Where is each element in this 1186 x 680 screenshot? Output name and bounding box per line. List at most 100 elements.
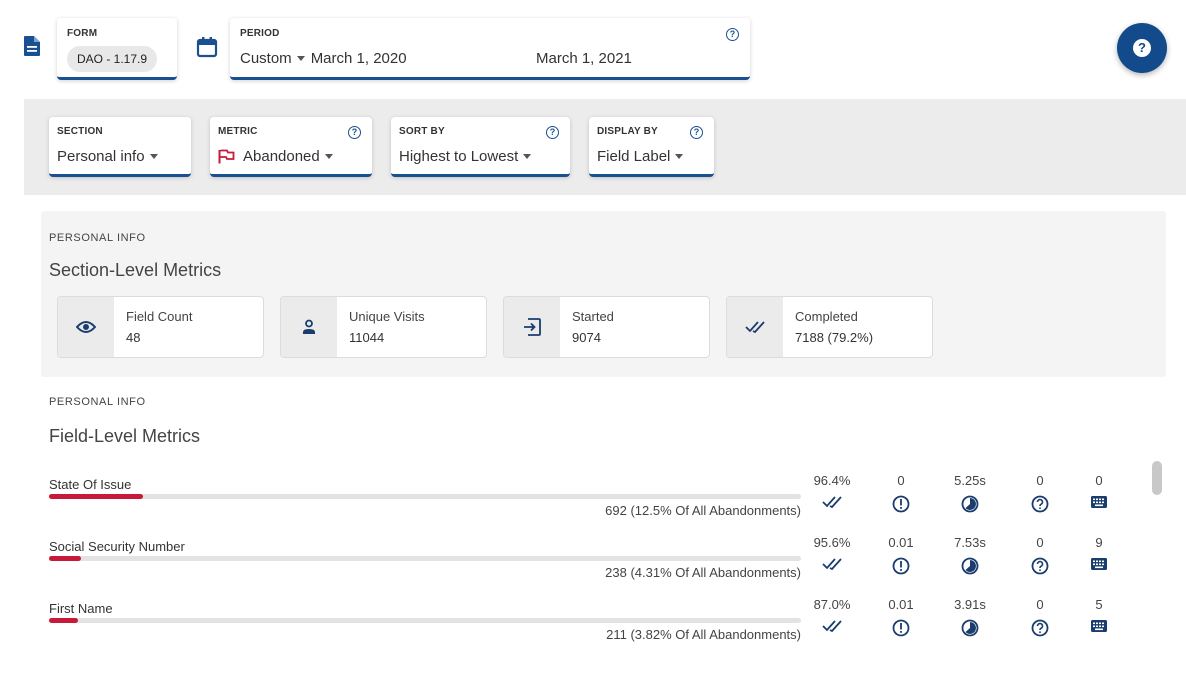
chevron-down-icon: [324, 154, 333, 159]
double-check-icon: [802, 495, 862, 509]
double-check-icon: [802, 557, 862, 571]
person-icon: [303, 319, 315, 334]
top-bar: FORM DAO - 1.17.9 PERIOD ? Custom March …: [0, 0, 1186, 100]
metric-value: 9074: [572, 330, 601, 345]
scroll-thumb[interactable]: [1152, 461, 1162, 495]
metric-label: Started: [572, 309, 614, 324]
help-count: 0: [1036, 535, 1044, 550]
form-label: FORM: [67, 28, 98, 39]
help-count: 0: [1036, 597, 1044, 612]
abandon-bar-fill: [49, 618, 78, 623]
period-mode-dropdown[interactable]: Custom March 1, 2020: [240, 50, 407, 67]
double-check-icon: [745, 321, 765, 334]
chevron-down-icon: [149, 154, 158, 159]
period-mode-value: Custom: [240, 50, 292, 67]
field-abandon-count: 692 (12.5% Of All Abandonments): [605, 503, 801, 518]
display-filter[interactable]: DISPLAY BY ? Field Label: [589, 117, 714, 177]
display-filter-dropdown[interactable]: Field Label: [597, 148, 689, 165]
metric-icon-box: [281, 297, 337, 357]
metric-filter-label: METRIC: [218, 126, 258, 137]
metric-icon-box: [58, 297, 114, 357]
keystroke-count: 9: [1095, 535, 1103, 550]
metric-icon-box: [727, 297, 783, 357]
section-kicker: PERSONAL INFO: [49, 232, 146, 244]
metric-card-unique-visits: Unique Visits 11044: [280, 296, 487, 358]
help-fab-button[interactable]: ?: [1117, 23, 1167, 73]
double-check-icon: [802, 619, 862, 633]
alert-icon: [871, 619, 931, 637]
abandon-bar-fill: [49, 556, 81, 561]
field-name: State Of Issue: [49, 477, 132, 492]
field-row[interactable]: Social Security Number 238 (4.31% Of All …: [49, 523, 1139, 583]
help-icon: ?: [1133, 39, 1151, 57]
form-selector[interactable]: FORM DAO - 1.17.9: [57, 18, 177, 80]
keyboard-icon: [1069, 619, 1129, 633]
alert-icon: [871, 557, 931, 575]
field-name: First Name: [49, 601, 113, 616]
help-count: 0: [1036, 473, 1044, 488]
eye-icon: [76, 321, 96, 333]
keyboard-icon: [1069, 495, 1129, 509]
display-help-icon[interactable]: ?: [690, 126, 703, 139]
chevron-down-icon: [296, 56, 305, 61]
help-circle-icon: [1010, 557, 1070, 575]
filter-bar: SECTION Personal info METRIC ? Abandoned…: [24, 99, 1186, 195]
section-filter-value: Personal info: [57, 148, 145, 165]
form-version-pill[interactable]: DAO - 1.17.9: [67, 46, 158, 72]
metric-filter-dropdown[interactable]: Abandoned: [218, 148, 339, 165]
metric-filter-value: Abandoned: [243, 148, 320, 165]
time-spent: 5.25s: [954, 473, 986, 488]
scrollbar[interactable]: [1150, 461, 1162, 661]
chevron-down-icon: [675, 154, 684, 159]
metric-icon-box: [504, 297, 560, 357]
sort-filter-label: SORT BY: [399, 126, 445, 137]
sort-filter[interactable]: SORT BY ? Highest to Lowest: [391, 117, 570, 177]
metric-card-completed: Completed 7188 (79.2%): [726, 296, 933, 358]
period-selector: PERIOD ? Custom March 1, 2020 March 1, 2…: [230, 18, 750, 80]
field-row[interactable]: State Of Issue 692 (12.5% Of All Abandonm…: [49, 461, 1139, 521]
abandon-bar-track: [49, 556, 801, 561]
metric-card-field-count: Field Count 48: [57, 296, 264, 358]
completion-rate: 96.4%: [813, 473, 851, 488]
period-start-date[interactable]: March 1, 2020: [311, 50, 407, 67]
field-abandon-count: 238 (4.31% Of All Abandonments): [605, 565, 801, 580]
metric-filter[interactable]: METRIC ? Abandoned: [210, 117, 372, 177]
field-abandon-count: 211 (3.82% Of All Abandonments): [606, 627, 801, 642]
period-label: PERIOD: [240, 28, 280, 39]
alert-icon: [871, 495, 931, 513]
metric-value: 11044: [349, 330, 385, 345]
section-metrics-title: Section-Level Metrics: [49, 260, 222, 280]
section-filter[interactable]: SECTION Personal info: [49, 117, 191, 177]
field-kicker: PERSONAL INFO: [49, 396, 146, 408]
chevron-down-icon: [523, 154, 532, 159]
display-filter-value: Field Label: [597, 148, 671, 165]
section-metrics-panel: PERSONAL INFO Section-Level Metrics Fiel…: [41, 211, 1166, 377]
abandon-bar-track: [49, 618, 801, 623]
metric-label: Field Count: [126, 309, 193, 324]
metric-help-icon[interactable]: ?: [348, 126, 361, 139]
section-filter-label: SECTION: [57, 126, 103, 137]
timer-icon: [940, 557, 1000, 575]
metric-value: 48: [126, 330, 141, 345]
period-help-icon[interactable]: ?: [726, 28, 739, 41]
period-end-date[interactable]: March 1, 2021: [536, 50, 632, 67]
flag-icon: [218, 149, 235, 164]
document-icon: [24, 36, 40, 56]
error-rate: 0: [897, 473, 905, 488]
sort-help-icon[interactable]: ?: [546, 126, 559, 139]
metric-label: Completed: [795, 309, 858, 324]
keystroke-count: 0: [1095, 473, 1103, 488]
keystroke-count: 5: [1095, 597, 1103, 612]
sort-filter-dropdown[interactable]: Highest to Lowest: [399, 148, 537, 165]
display-filter-label: DISPLAY BY: [597, 126, 658, 137]
field-row[interactable]: First Name 211 (3.82% Of All Abandonments…: [49, 585, 1139, 645]
section-filter-dropdown[interactable]: Personal info: [57, 148, 164, 165]
keyboard-icon: [1069, 557, 1129, 571]
login-icon: [524, 318, 541, 336]
completion-rate: 95.6%: [813, 535, 851, 550]
abandon-bar-track: [49, 494, 801, 499]
help-circle-icon: [1010, 495, 1070, 513]
field-metrics-title: Field-Level Metrics: [49, 426, 201, 446]
completion-rate: 87.0%: [813, 597, 851, 612]
time-spent: 7.53s: [954, 535, 986, 550]
